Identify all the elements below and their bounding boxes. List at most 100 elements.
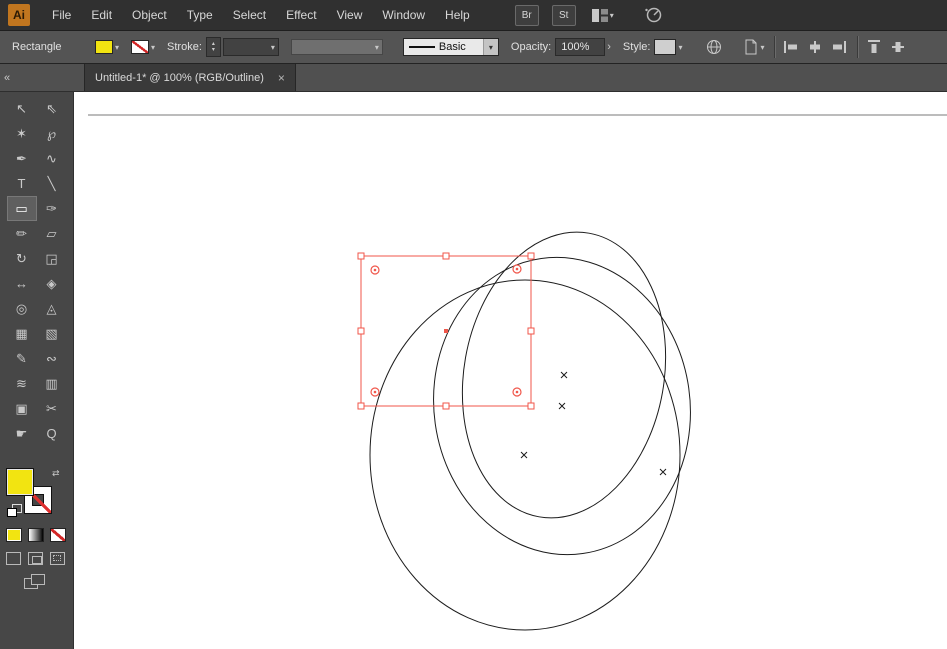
document-tab[interactable]: Untitled-1* @ 100% (RGB/Outline) × [84, 64, 296, 91]
tool-type[interactable]: T [7, 171, 37, 196]
align-horizontal-left-icon[interactable] [783, 39, 799, 55]
tool-selection[interactable]: ↖ [7, 96, 37, 121]
brush-definition-dropdown[interactable]: Basic ▾ [402, 38, 499, 56]
width-tool-icon: ↔ [15, 276, 28, 291]
recolor-artwork-icon[interactable] [706, 39, 722, 55]
tools-panel: ↖ ⇖ ✶ ℘ ✒ ∿ T ╲ ▭ ✑ ✏ ▱ ↻ ◲ ↔ ◈ ◎ ◬ ▦ ▧ ✎ ∾ ≋ ▥ ▣ ✂ ☛ Q ⇄ [0, 92, 74, 649]
menu-type[interactable]: Type [177, 0, 223, 30]
tool-scale[interactable]: ◲ [37, 246, 67, 271]
menu-select[interactable]: Select [223, 0, 276, 30]
tool-symbol-sprayer[interactable]: ≋ [7, 371, 37, 396]
gpu-performance-icon[interactable] [644, 6, 664, 24]
stroke-color-swatch[interactable] [131, 40, 150, 54]
selection-handle[interactable] [527, 402, 535, 410]
tool-slice[interactable]: ✂ [37, 396, 67, 421]
width-profile-dropdown[interactable]: ▾ [290, 39, 383, 55]
stroke-weight-stepper[interactable]: ▴ ▾ [205, 37, 221, 57]
align-horizontal-right-icon[interactable] [831, 39, 847, 55]
tool-hand[interactable]: ☛ [7, 421, 37, 446]
tool-zoom[interactable]: Q [37, 421, 67, 446]
live-corner-widget-dot [373, 390, 377, 394]
path-center-mark [520, 451, 528, 459]
fill-color-indicator[interactable] [6, 468, 34, 496]
tools-panel-collapse-button[interactable]: « [4, 64, 24, 91]
arrange-menu[interactable]: ▾ [744, 39, 764, 55]
stroke-weight-dropdown[interactable]: ▾ [222, 38, 279, 56]
tool-line-segment[interactable]: ╲ [37, 171, 67, 196]
default-fill-stroke-icon[interactable] [7, 504, 22, 517]
draw-normal-button[interactable] [6, 552, 21, 565]
paintbrush-tool-icon: ✑ [46, 200, 57, 216]
column-graph-tool-icon: ▥ [45, 375, 58, 391]
swap-fill-stroke-icon[interactable]: ⇄ [52, 468, 60, 479]
tool-artboard[interactable]: ▣ [7, 396, 37, 421]
canvas-area[interactable] [74, 92, 947, 649]
tool-rotate[interactable]: ↻ [7, 246, 37, 271]
workspace-switcher[interactable]: ▾ [591, 8, 614, 22]
selection-handle[interactable] [527, 327, 535, 335]
color-mode-button[interactable] [6, 528, 22, 542]
menu-object[interactable]: Object [122, 0, 177, 30]
align-horizontal-center-icon[interactable] [807, 39, 823, 55]
selection-handle[interactable] [357, 402, 365, 410]
tools-grid: ↖ ⇖ ✶ ℘ ✒ ∿ T ╲ ▭ ✑ ✏ ▱ ↻ ◲ ↔ ◈ ◎ ◬ ▦ ▧ ✎ ∾ ≋ ▥ ▣ ✂ ☛ Q [0, 96, 73, 446]
none-mode-button[interactable] [50, 528, 66, 542]
chevron-down-icon[interactable]: ▾ [482, 39, 498, 55]
perspective-grid-tool-icon: ◬ [46, 300, 57, 316]
menu-help[interactable]: Help [435, 0, 480, 30]
tool-pen[interactable]: ✒ [7, 146, 37, 171]
brush-name: Basic [438, 41, 466, 53]
bridge-button[interactable]: Br [514, 4, 539, 26]
tool-mesh[interactable]: ▦ [7, 321, 37, 346]
tool-eraser[interactable]: ▱ [37, 221, 67, 246]
live-corner-widget-dot [515, 390, 519, 394]
tool-width[interactable]: ↔ [7, 271, 37, 296]
tool-free-transform[interactable]: ◈ [37, 271, 67, 296]
selection-handle[interactable] [442, 402, 450, 410]
tool-curvature[interactable]: ∿ [37, 146, 67, 171]
screen-mode-button[interactable] [24, 574, 46, 589]
opacity-label: Opacity: [510, 41, 552, 53]
tool-gradient[interactable]: ▧ [37, 321, 67, 346]
tool-magic-wand[interactable]: ✶ [7, 121, 37, 146]
fill-color-swatch[interactable] [95, 40, 113, 54]
selection-handle[interactable] [357, 252, 365, 260]
tab-close-icon[interactable]: × [278, 71, 285, 85]
tool-column-graph[interactable]: ▥ [37, 371, 67, 396]
tool-paintbrush[interactable]: ✑ [37, 196, 67, 221]
tool-lasso[interactable]: ℘ [37, 121, 67, 146]
selection-tool-icon: ↖ [16, 100, 27, 116]
draw-behind-button[interactable] [28, 552, 43, 565]
pencil-tool-icon: ✏ [16, 225, 27, 241]
menu-edit[interactable]: Edit [81, 0, 122, 30]
selection-handle[interactable] [527, 252, 535, 260]
tool-eyedropper[interactable]: ✎ [7, 346, 37, 371]
align-vertical-center-icon[interactable] [890, 39, 906, 55]
menu-file[interactable]: File [42, 0, 81, 30]
gradient-mode-button[interactable] [28, 528, 44, 542]
menu-window[interactable]: Window [372, 0, 435, 30]
menu-view[interactable]: View [327, 0, 373, 30]
draw-inside-button[interactable] [50, 552, 65, 565]
opacity-menu-chevron[interactable]: › [607, 41, 611, 53]
style-dropdown[interactable] [654, 39, 677, 55]
stepper-down-icon[interactable]: ▾ [212, 47, 215, 53]
artwork-svg[interactable] [74, 92, 947, 649]
selection-handle[interactable] [442, 252, 450, 260]
chevron-down-icon: ▾ [760, 42, 765, 52]
stroke-caret-icon[interactable]: ▾ [151, 43, 155, 52]
tool-direct-selection[interactable]: ⇖ [37, 96, 67, 121]
selection-handle[interactable] [357, 327, 365, 335]
fill-caret-icon[interactable]: ▾ [115, 43, 119, 52]
tool-blend[interactable]: ∾ [37, 346, 67, 371]
tool-perspective-grid[interactable]: ◬ [37, 296, 67, 321]
stock-button[interactable]: St [551, 4, 576, 26]
ellipse-path[interactable] [369, 279, 681, 631]
menu-effect[interactable]: Effect [276, 0, 326, 30]
opacity-input[interactable]: 100% [555, 38, 606, 56]
align-vertical-top-icon[interactable] [866, 39, 882, 55]
tool-pencil[interactable]: ✏ [7, 221, 37, 246]
tool-shape-builder[interactable]: ◎ [7, 296, 37, 321]
tool-rectangle[interactable]: ▭ [6, 196, 37, 221]
style-caret-icon[interactable]: ▾ [678, 43, 682, 52]
